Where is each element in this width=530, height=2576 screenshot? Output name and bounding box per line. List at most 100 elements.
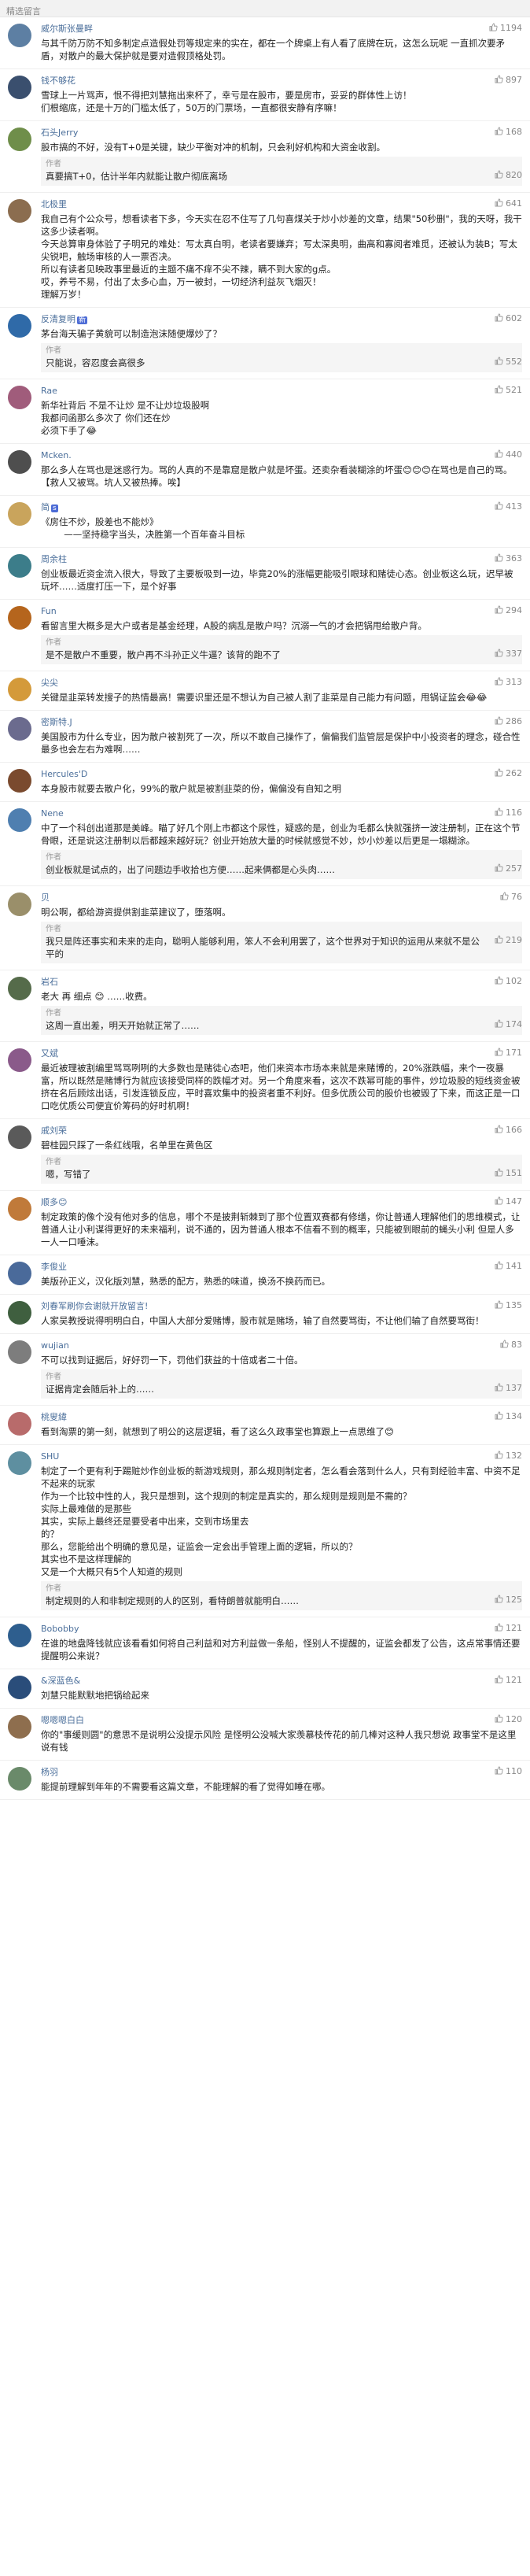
avatar[interactable]: [8, 1340, 31, 1364]
avatar[interactable]: [8, 502, 31, 526]
comment-username[interactable]: 钱不够花: [41, 75, 522, 87]
like-button[interactable]: 132: [495, 1450, 522, 1462]
avatar[interactable]: [8, 314, 31, 338]
comment-username[interactable]: 顺多😊: [41, 1196, 522, 1209]
comment-username[interactable]: 李俊业: [41, 1261, 522, 1273]
reply-like-button[interactable]: 174: [495, 1018, 522, 1031]
avatar[interactable]: [8, 1412, 31, 1436]
like-button[interactable]: 141: [495, 1260, 522, 1273]
reply-like-button[interactable]: 151: [495, 1167, 522, 1180]
comment-username[interactable]: Hercules'D: [41, 768, 522, 781]
like-button[interactable]: 521: [495, 384, 522, 397]
avatar[interactable]: [8, 1767, 31, 1791]
avatar[interactable]: [8, 199, 31, 223]
like-button[interactable]: 110: [495, 1765, 522, 1778]
avatar-image: [8, 1262, 31, 1285]
avatar[interactable]: [8, 1262, 31, 1285]
comment-username[interactable]: 贝: [41, 892, 522, 904]
comment-username[interactable]: 又斌: [41, 1048, 522, 1060]
username-text: 钱不够花: [41, 76, 75, 86]
reply-like-button[interactable]: 137: [495, 1382, 522, 1395]
comment-username[interactable]: 岩石: [41, 976, 522, 989]
avatar[interactable]: [8, 386, 31, 409]
comment-username[interactable]: 杨羽: [41, 1766, 522, 1779]
like-button[interactable]: 166: [495, 1124, 522, 1136]
like-button[interactable]: 171: [495, 1047, 522, 1059]
avatar[interactable]: [8, 1624, 31, 1647]
reply-like-button[interactable]: 219: [495, 934, 522, 947]
avatar[interactable]: [8, 554, 31, 578]
avatar[interactable]: [8, 977, 31, 1000]
comment-username[interactable]: 石头Jerry: [41, 127, 522, 139]
user-badge: 新: [77, 316, 88, 324]
reply-like-button[interactable]: 820: [495, 169, 522, 182]
like-button[interactable]: 413: [495, 501, 522, 513]
avatar[interactable]: [8, 606, 31, 630]
comment-username[interactable]: 桃叟緯: [41, 1411, 522, 1424]
avatar-image: [8, 24, 31, 47]
like-button[interactable]: 1194: [489, 22, 522, 35]
like-button[interactable]: 135: [495, 1299, 522, 1312]
reply-like-button[interactable]: 552: [495, 356, 522, 368]
like-button[interactable]: 641: [495, 198, 522, 210]
like-button[interactable]: 440: [495, 449, 522, 461]
avatar[interactable]: [8, 24, 31, 47]
like-button[interactable]: 897: [495, 74, 522, 87]
avatar[interactable]: [8, 678, 31, 701]
comment-username[interactable]: wujian: [41, 1340, 522, 1352]
comment-username[interactable]: 反清复明新: [41, 313, 522, 326]
reply-like-button[interactable]: 257: [495, 863, 522, 875]
like-button[interactable]: 116: [495, 807, 522, 819]
comment-username[interactable]: 戚刘荣: [41, 1125, 522, 1137]
like-button[interactable]: 168: [495, 126, 522, 139]
like-button[interactable]: 121: [495, 1622, 522, 1635]
avatar[interactable]: [8, 1676, 31, 1699]
like-button[interactable]: 83: [500, 1339, 522, 1351]
reply-text: 制定规则的人和非制定规则的人的区别，看特朗普就能明白……: [46, 1595, 299, 1606]
avatar[interactable]: [8, 76, 31, 99]
avatar[interactable]: [8, 450, 31, 474]
like-button[interactable]: 262: [495, 767, 522, 780]
like-button[interactable]: 120: [495, 1713, 522, 1726]
like-count: 641: [506, 198, 522, 209]
comment-username[interactable]: 北极里: [41, 198, 522, 211]
avatar[interactable]: [8, 717, 31, 741]
like-button[interactable]: 363: [495, 553, 522, 565]
avatar[interactable]: [8, 1197, 31, 1221]
avatar[interactable]: [8, 1125, 31, 1149]
like-button[interactable]: 294: [495, 604, 522, 617]
avatar[interactable]: [8, 893, 31, 916]
comment-username[interactable]: 嗯嗯嗯白白: [41, 1714, 522, 1727]
comment-username[interactable]: 尖尖: [41, 677, 522, 689]
comment-username[interactable]: 周余柱: [41, 553, 522, 566]
comment-username[interactable]: SHU: [41, 1451, 522, 1463]
like-button[interactable]: 313: [495, 676, 522, 689]
like-button[interactable]: 76: [500, 891, 522, 904]
avatar[interactable]: [8, 769, 31, 793]
like-button[interactable]: 134: [495, 1410, 522, 1423]
comment-username[interactable]: 密斯特.J: [41, 716, 522, 729]
avatar[interactable]: [8, 1301, 31, 1325]
like-button[interactable]: 121: [495, 1674, 522, 1687]
comment-username[interactable]: Fun: [41, 605, 522, 618]
avatar[interactable]: [8, 1048, 31, 1072]
comment-username[interactable]: &深蓝色&: [41, 1675, 522, 1687]
reply-like-button[interactable]: 337: [495, 648, 522, 660]
avatar-image: [8, 128, 31, 151]
comment-username[interactable]: 简s: [41, 501, 522, 514]
comment-username[interactable]: 威尔斯张曼畔: [41, 23, 522, 35]
comment-username[interactable]: 刘春军刷你会谢就开放留言!: [41, 1300, 522, 1313]
like-button[interactable]: 102: [495, 975, 522, 988]
avatar[interactable]: [8, 128, 31, 151]
avatar[interactable]: [8, 1451, 31, 1475]
comment-username[interactable]: Mcken.: [41, 449, 522, 462]
reply-like-button[interactable]: 125: [495, 1594, 522, 1606]
comment-username[interactable]: Nene: [41, 808, 522, 820]
comment-username[interactable]: Rae: [41, 385, 522, 397]
like-button[interactable]: 602: [495, 312, 522, 325]
avatar[interactable]: [8, 808, 31, 832]
comment-username[interactable]: Bobobby: [41, 1623, 522, 1635]
like-button[interactable]: 147: [495, 1196, 522, 1208]
avatar[interactable]: [8, 1715, 31, 1739]
like-button[interactable]: 286: [495, 715, 522, 728]
